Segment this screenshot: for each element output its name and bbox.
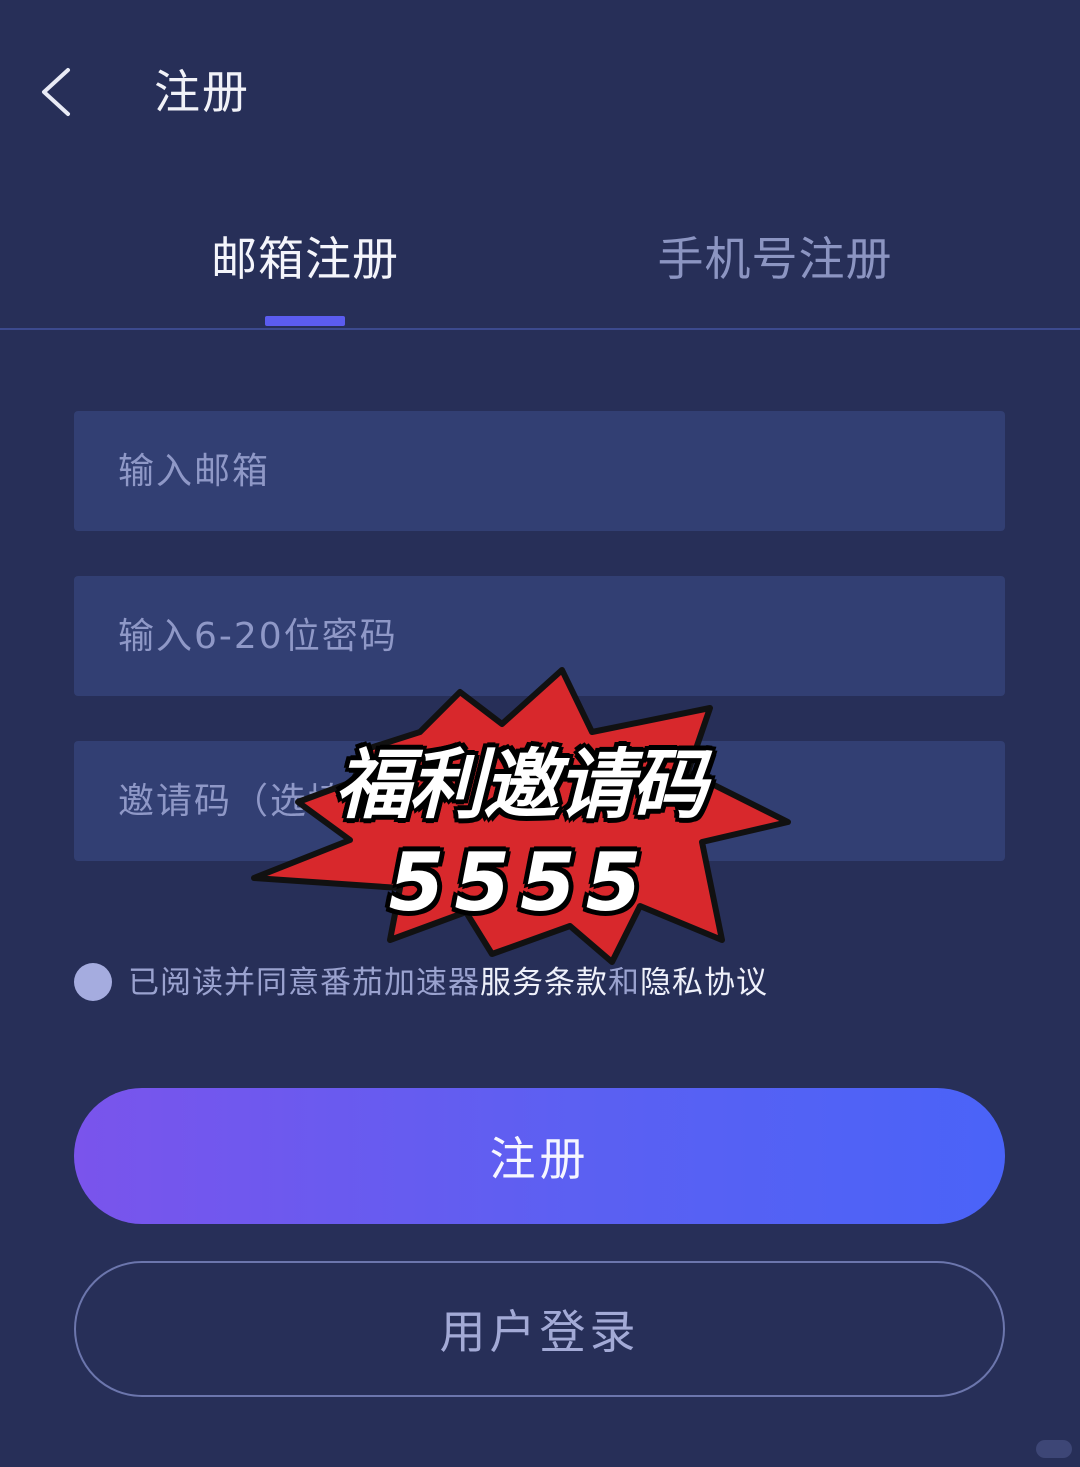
register-button[interactable]: 注册 [74, 1088, 1005, 1224]
email-field [74, 411, 1005, 531]
top-bar: 注册 [0, 0, 1080, 180]
back-button[interactable] [30, 58, 90, 126]
tab-email-register[interactable]: 邮箱注册 [190, 224, 420, 294]
watermark-badge [1036, 1440, 1072, 1458]
user-login-button[interactable]: 用户登录 [74, 1261, 1005, 1397]
chevron-left-icon [42, 68, 70, 116]
register-tabs: 邮箱注册 手机号注册 [0, 200, 1080, 330]
promo-code: 5555 [388, 836, 652, 929]
active-tab-indicator [265, 316, 345, 326]
email-input[interactable] [74, 411, 1005, 531]
register-page: 注册 邮箱注册 手机号注册 已阅读并同意番茄加速器服务条款和隐私协议 注册 用户… [0, 0, 1080, 1467]
tab-phone-register[interactable]: 手机号注册 [640, 224, 910, 294]
promo-sticker: 福利邀请码 5555 [240, 662, 800, 992]
page-title: 注册 [154, 65, 250, 119]
agreement-checkbox[interactable] [74, 963, 112, 1001]
promo-title: 福利邀请码 [335, 740, 707, 829]
